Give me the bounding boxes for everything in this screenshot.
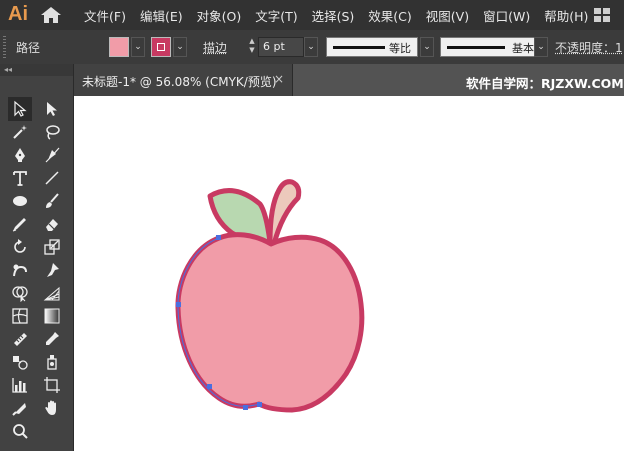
control-bar: 路径 ⌄ ⌄ 描边 ▲ ▼ 6 pt ⌄ 等比 ⌄ 基本 ⌄ 不透明度：1 xyxy=(0,30,624,65)
watermark-text: 软件自学网：RJZXW.COM xyxy=(466,76,624,91)
stroke-color-swatch[interactable] xyxy=(151,37,171,57)
anchor-point xyxy=(207,384,212,389)
slice-tool-icon[interactable] xyxy=(8,396,32,420)
brush-label: 基本 xyxy=(512,42,534,55)
document-tab-title: 未标题-1* @ 56.08% (CMYK/预览) xyxy=(82,75,277,89)
fill-dropdown-chevron-icon[interactable]: ⌄ xyxy=(131,37,145,57)
panel-grip[interactable] xyxy=(3,36,6,58)
shaper-tool-icon[interactable] xyxy=(8,212,32,236)
artboard-tool-icon[interactable] xyxy=(40,373,64,397)
line-segment-tool-icon[interactable] xyxy=(40,166,64,190)
app-logo: Ai xyxy=(8,3,28,25)
eyedropper-tool-icon[interactable] xyxy=(40,327,64,351)
artboard-canvas[interactable] xyxy=(74,96,624,451)
anchor-point xyxy=(243,405,248,410)
variable-width-profile[interactable]: 等比 xyxy=(326,37,418,57)
menu-edit[interactable]: 编辑(E) xyxy=(140,6,183,25)
stroke-weight-input[interactable]: 6 pt xyxy=(258,37,304,57)
hand-tool-icon[interactable] xyxy=(40,396,64,420)
brush-definition[interactable]: 基本 xyxy=(440,37,546,57)
menu-view[interactable]: 视图(V) xyxy=(426,6,469,25)
selection-tool-icon[interactable] xyxy=(8,97,32,121)
profile-line-icon xyxy=(333,46,385,49)
selection-type-label: 路径 xyxy=(16,41,41,55)
stroke-weight-stepper-icon[interactable]: ▲ ▼ xyxy=(246,37,258,57)
column-graph-tool-icon[interactable] xyxy=(8,373,32,397)
stroke-dropdown-chevron-icon[interactable]: ⌄ xyxy=(173,37,187,57)
apple-body xyxy=(175,232,365,413)
warp-tool-icon[interactable] xyxy=(8,258,32,282)
symbol-sprayer-tool-icon[interactable] xyxy=(40,350,64,374)
menu-bar: Ai 文件(F) 编辑(E) 对象(O) 文字(T) 选择(S) 效果(C) 视… xyxy=(0,0,624,30)
anchor-point xyxy=(216,235,221,240)
document-tab[interactable]: 未标题-1* @ 56.08% (CMYK/预览) × xyxy=(74,64,293,96)
menu-type[interactable]: 文字(T) xyxy=(255,6,297,25)
apple-artwork[interactable] xyxy=(74,96,624,451)
variable-width-label: 等比 xyxy=(389,42,411,55)
pen-tool-icon[interactable] xyxy=(8,143,32,167)
home-icon[interactable] xyxy=(40,6,62,24)
direct-selection-tool-icon[interactable] xyxy=(40,97,64,121)
perspective-grid-tool-icon[interactable] xyxy=(40,281,64,305)
measure-tool-icon[interactable] xyxy=(8,327,32,351)
curvature-tool-icon[interactable] xyxy=(40,143,64,167)
profile-dropdown-chevron-icon[interactable]: ⌄ xyxy=(420,37,434,57)
lasso-tool-icon[interactable] xyxy=(40,120,64,144)
toolbox: ◂◂ xyxy=(0,64,74,451)
toolbox-collapse-icon[interactable]: ◂◂ xyxy=(0,64,73,76)
brush-line-icon xyxy=(447,46,505,49)
paintbrush-tool-icon[interactable] xyxy=(40,189,64,213)
menu-effect[interactable]: 效果(C) xyxy=(368,6,411,25)
apple-stem xyxy=(267,179,302,247)
gradient-tool-icon[interactable] xyxy=(40,304,64,328)
opacity-label[interactable]: 不透明度：1 xyxy=(555,39,623,56)
rotate-tool-icon[interactable] xyxy=(8,235,32,259)
workspace-grid-icon[interactable] xyxy=(594,8,610,22)
close-tab-icon[interactable]: × xyxy=(274,72,284,86)
fill-color-swatch[interactable] xyxy=(109,37,129,57)
menu-file[interactable]: 文件(F) xyxy=(84,6,126,25)
scale-tool-icon[interactable] xyxy=(40,235,64,259)
anchor-point xyxy=(176,302,181,307)
eraser-tool-icon[interactable] xyxy=(40,212,64,236)
zoom-tool-icon[interactable] xyxy=(8,419,32,443)
menu-object[interactable]: 对象(O) xyxy=(197,6,242,25)
stroke-weight-dropdown-chevron-icon[interactable]: ⌄ xyxy=(304,37,318,57)
puppet-warp-tool-icon[interactable] xyxy=(40,258,64,282)
blend-tool-icon[interactable] xyxy=(8,350,32,374)
ellipse-tool-icon[interactable] xyxy=(8,189,32,213)
mesh-tool-icon[interactable] xyxy=(8,304,32,328)
magic-wand-tool-icon[interactable] xyxy=(8,120,32,144)
menu-window[interactable]: 窗口(W) xyxy=(483,6,530,25)
main-menu: 文件(F) 编辑(E) 对象(O) 文字(T) 选择(S) 效果(C) 视图(V… xyxy=(84,0,602,30)
stroke-label[interactable]: 描边 xyxy=(203,39,227,56)
menu-select[interactable]: 选择(S) xyxy=(312,6,355,25)
document-tab-bar: 未标题-1* @ 56.08% (CMYK/预览) × 软件自学网：RJZXW.… xyxy=(74,64,624,96)
brush-dropdown-chevron-icon[interactable]: ⌄ xyxy=(534,37,548,57)
type-tool-icon[interactable] xyxy=(8,166,32,190)
shape-builder-tool-icon[interactable] xyxy=(8,281,32,305)
menu-help[interactable]: 帮助(H) xyxy=(544,6,588,25)
anchor-point xyxy=(257,402,262,407)
